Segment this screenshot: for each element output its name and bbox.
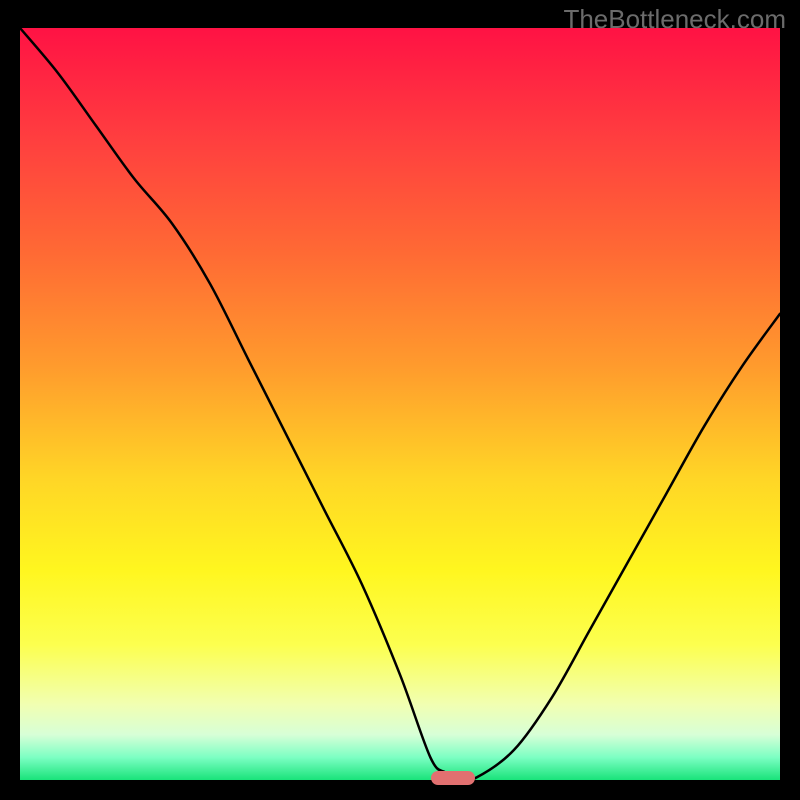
watermark-text: TheBottleneck.com bbox=[563, 4, 786, 35]
chart-frame: TheBottleneck.com bbox=[0, 0, 800, 800]
plot-area bbox=[20, 28, 780, 780]
gradient-plot-svg bbox=[20, 28, 780, 780]
gradient-background bbox=[20, 28, 780, 780]
optimal-point-marker bbox=[431, 771, 475, 785]
